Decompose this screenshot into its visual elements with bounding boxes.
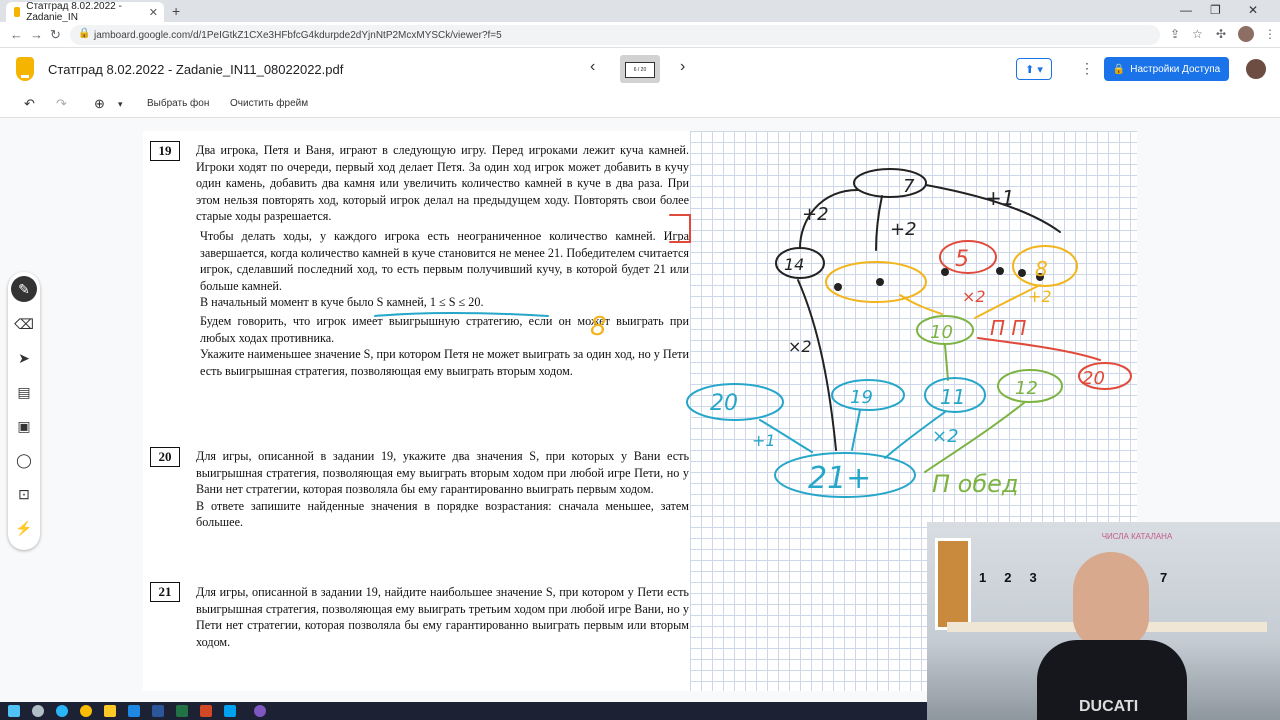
ink-label: 20 (1082, 368, 1105, 389)
obs-icon[interactable] (254, 705, 266, 717)
wall-number: 2 (1004, 570, 1012, 585)
circle-icon[interactable]: ◯ (8, 452, 40, 469)
ink-label: ×2 (788, 337, 812, 356)
chrome-icon[interactable] (80, 705, 92, 717)
ink-label: 7 (903, 176, 915, 197)
sticky-note-icon[interactable]: ▤ (8, 384, 40, 401)
select-icon[interactable]: ➤ (8, 350, 40, 367)
ink-arrow (944, 344, 949, 381)
ink-bracket (669, 214, 691, 243)
ink-underline (374, 312, 549, 317)
ink-label: 8 (1035, 257, 1048, 281)
os-taskbar (0, 702, 927, 720)
ink-label: +1 (752, 431, 776, 450)
app-icon[interactable] (224, 705, 236, 717)
ink-label: +2 (1028, 287, 1052, 306)
ink-node-top (853, 168, 927, 198)
ink-label: П обед (932, 470, 1019, 498)
ink-label: 12 (1015, 378, 1038, 399)
door (935, 538, 971, 630)
webcam-overlay: ЧИСЛА КАТАЛАНА 1 2 3 6 7 DUCATI (927, 522, 1280, 720)
ink-label: 20 (710, 391, 738, 416)
presenter-shirt: DUCATI (1037, 640, 1187, 720)
ink-label: 19 (850, 387, 873, 408)
ink-arrow (977, 337, 1101, 361)
ink-label: ×2 (962, 287, 986, 306)
wall-number: 3 (1029, 570, 1037, 585)
ink-label: +2 (890, 219, 917, 240)
ink-label: 8 (590, 312, 607, 342)
app-icon[interactable] (128, 705, 140, 717)
textbox-icon[interactable]: ⊡ (8, 486, 40, 503)
ink-arrow (851, 409, 861, 451)
tool-palette: ✎ ⌫ ➤ ▤ ▣ ◯ ⊡ ⚡ (8, 272, 40, 550)
ink-arrow (899, 294, 943, 315)
laser-icon[interactable]: ⚡ (8, 520, 40, 537)
ink-dots (834, 267, 1044, 291)
image-icon[interactable]: ▣ (8, 418, 40, 435)
ink-label: 14 (784, 255, 804, 274)
edge-icon[interactable] (56, 705, 68, 717)
ink-label: П П (990, 316, 1026, 340)
wall-number: 7 (1159, 570, 1168, 585)
powerpoint-icon[interactable] (200, 705, 212, 717)
excel-icon[interactable] (176, 705, 188, 717)
ink-arrow (875, 195, 883, 251)
eraser-icon[interactable]: ⌫ (8, 316, 40, 333)
ink-label: 5 (955, 247, 969, 272)
shirt-logo: DUCATI (1079, 698, 1139, 715)
start-icon[interactable] (8, 705, 20, 717)
presenter-face (1073, 552, 1149, 648)
ink-arrow (797, 279, 837, 451)
ink-label: +1 (985, 186, 1014, 210)
wall-number: 1 (979, 570, 987, 585)
ink-label: +2 (802, 204, 829, 225)
wall-banner: ЧИСЛА КАТАЛАНА (1101, 532, 1173, 541)
ink-label: 10 (930, 322, 953, 343)
ink-label: 21+ (808, 461, 871, 496)
ink-label: ×2 (932, 426, 959, 447)
ink-label: 11 (940, 385, 965, 409)
search-icon[interactable] (32, 705, 44, 717)
pen-icon[interactable]: ✎ (11, 276, 37, 302)
explorer-icon[interactable] (104, 705, 116, 717)
word-icon[interactable] (152, 705, 164, 717)
